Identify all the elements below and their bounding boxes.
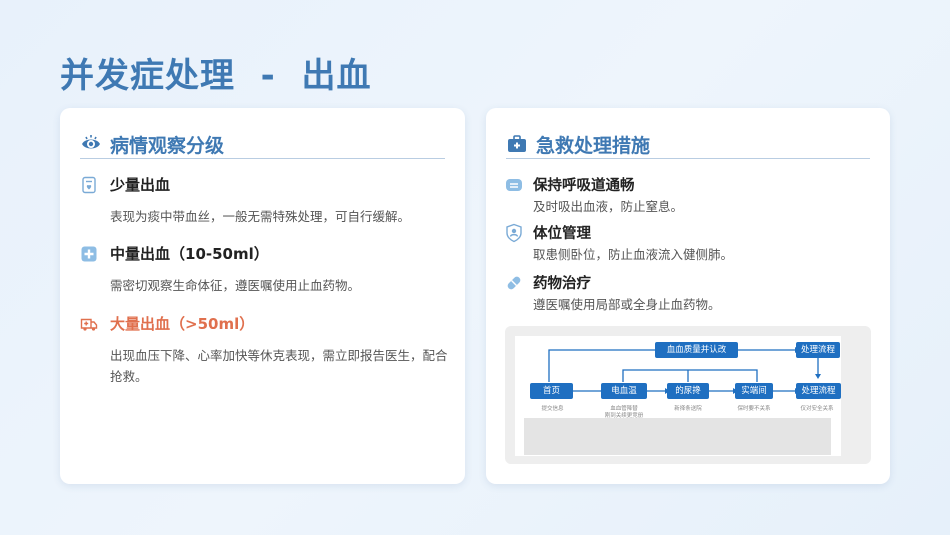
observation-card: 病情观察分级 少量出血 表现为痰中带血丝，一般无需特殊处理，可自行缓解。 中量出… — [60, 108, 465, 484]
item-title: 保持呼吸道通畅 — [533, 178, 635, 194]
flow-node-top: 血血质量并认改 — [655, 342, 738, 358]
medical-cross-icon — [81, 246, 97, 261]
item-description: 遵医嘱使用局部或全身止血药物。 — [533, 297, 721, 312]
observation-card-title: 病情观察分级 — [110, 134, 225, 157]
item-description: 出现血压下降、心率加快等休克表现，需立即报告医生，配合抢救。 — [110, 348, 448, 384]
flow-note-5: 仅对安全关系 — [800, 406, 834, 412]
list-item-minor-bleeding: 少量出血 表现为痰中带血丝，一般无需特殊处理，可自行缓解。 — [80, 174, 449, 227]
item-description: 表现为痰中带血丝，一般无需特殊处理，可自行缓解。 — [110, 209, 411, 224]
item-title: 体位管理 — [533, 226, 591, 242]
list-item-position: 体位管理 取患侧卧位，防止血液流入健侧肺。 — [504, 222, 874, 263]
document-icon — [82, 176, 96, 193]
item-description: 取患侧卧位，防止血液流入健侧肺。 — [533, 247, 734, 262]
pill-icon — [507, 276, 521, 289]
mask-icon — [506, 178, 522, 191]
first-aid-kit-icon — [508, 135, 526, 152]
flow-node-4: 实端间 — [735, 383, 773, 399]
item-title: 少量出血 — [110, 176, 171, 194]
flow-node-3: 的尿搀 — [667, 383, 709, 399]
item-description: 及时吸出血液，防止窒息。 — [533, 199, 684, 214]
flow-node-5: 处理流程 — [796, 383, 841, 399]
first-aid-card-header: 急救处理措施 — [506, 130, 870, 159]
list-item-airway: 保持呼吸道通畅 及时吸出血液，防止窒息。 — [504, 174, 874, 215]
observation-card-header: 病情观察分级 — [80, 130, 445, 159]
item-title: 药物治疗 — [533, 276, 591, 292]
shield-person-icon — [506, 223, 522, 242]
flow-note-4: 保时要不关系 — [737, 406, 771, 412]
page-title: 并发症处理 - 出血 — [60, 56, 372, 96]
list-item-moderate-bleeding: 中量出血（10-50ml） 需密切观察生命体征，遵医嘱使用止血药物。 — [80, 243, 449, 296]
flowchart-image: 血血质量并认改 处理流程 首页 电血温 的尿搀 实端间 处理流程 提交信息 血血… — [505, 326, 871, 464]
flow-node-1: 首页 — [530, 383, 573, 399]
item-title: 中量出血（10-50ml） — [110, 245, 269, 263]
flow-node-2: 电血温 — [601, 383, 647, 399]
flow-node-top-right: 处理流程 — [796, 342, 840, 358]
flowchart-placeholder-area — [524, 418, 831, 455]
flow-note-3: 新择条送院 — [674, 406, 702, 412]
eye-icon — [82, 135, 100, 149]
list-item-severe-bleeding: 大量出血（>50ml） 出现血压下降、心率加快等休克表现，需立即报告医生，配合抢… — [80, 313, 449, 387]
item-title: 大量出血（>50ml） — [110, 315, 255, 333]
flow-note-1: 提交信息 — [541, 406, 564, 412]
first-aid-card-title: 急救处理措施 — [536, 134, 651, 157]
list-item-medication: 药物治疗 遵医嘱使用局部或全身止血药物。 — [504, 272, 874, 313]
item-description: 需密切观察生命体征，遵医嘱使用止血药物。 — [110, 278, 361, 293]
ambulance-icon — [80, 318, 98, 331]
